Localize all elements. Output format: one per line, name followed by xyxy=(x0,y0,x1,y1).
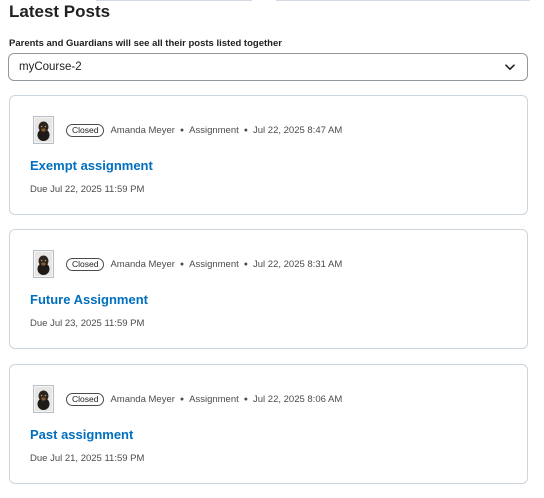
chevron-down-icon xyxy=(503,60,517,74)
separator-dot: ● xyxy=(179,260,185,268)
post-due-date: Due Jul 22, 2025 11:59 PM xyxy=(30,184,145,195)
post-date: Jul 22, 2025 8:31 AM xyxy=(253,258,343,270)
post-due-date: Due Jul 21, 2025 11:59 PM xyxy=(30,453,145,464)
separator-dot: ● xyxy=(243,126,248,134)
page-subtitle: Parents and Guardians will see all their… xyxy=(9,38,282,49)
post-title-link[interactable]: Future Assignment xyxy=(30,292,148,307)
course-select-value: myCourse-2 xyxy=(19,61,82,73)
avatar xyxy=(33,116,54,144)
post-meta: Closed Amanda Meyer ● Assignment ● Jul 2… xyxy=(33,115,342,145)
separator-dot: ● xyxy=(179,126,185,134)
separator-dot: ● xyxy=(243,395,248,403)
separator-dot: ● xyxy=(179,395,185,403)
post-author: Amanda Meyer xyxy=(110,258,175,270)
course-select[interactable]: myCourse-2 xyxy=(8,53,528,81)
post-date: Jul 22, 2025 8:06 AM xyxy=(253,393,343,405)
post-card: Closed Amanda Meyer ● Assignment ● Jul 2… xyxy=(9,95,528,215)
avatar xyxy=(33,250,54,278)
post-type: Assignment xyxy=(189,258,239,270)
status-badge: Closed xyxy=(66,257,105,271)
post-meta: Closed Amanda Meyer ● Assignment ● Jul 2… xyxy=(33,384,342,414)
status-badge: Closed xyxy=(66,392,105,406)
separator-dot: ● xyxy=(243,260,248,268)
status-badge: Closed xyxy=(66,123,105,137)
post-type: Assignment xyxy=(189,124,239,136)
post-title-link[interactable]: Past assignment xyxy=(30,427,133,442)
post-meta: Closed Amanda Meyer ● Assignment ● Jul 2… xyxy=(33,249,342,279)
post-due-date: Due Jul 23, 2025 11:59 PM xyxy=(30,318,145,329)
post-card: Closed Amanda Meyer ● Assignment ● Jul 2… xyxy=(9,364,528,484)
post-type: Assignment xyxy=(189,393,239,405)
top-divider-right xyxy=(276,0,530,1)
post-title-link[interactable]: Exempt assignment xyxy=(30,158,153,173)
post-date: Jul 22, 2025 8:47 AM xyxy=(253,124,343,136)
post-author: Amanda Meyer xyxy=(110,393,175,405)
post-card: Closed Amanda Meyer ● Assignment ● Jul 2… xyxy=(9,229,528,349)
post-author: Amanda Meyer xyxy=(110,124,175,136)
page-title: Latest Posts xyxy=(9,2,111,21)
avatar xyxy=(33,385,54,413)
top-divider-left xyxy=(96,0,252,1)
